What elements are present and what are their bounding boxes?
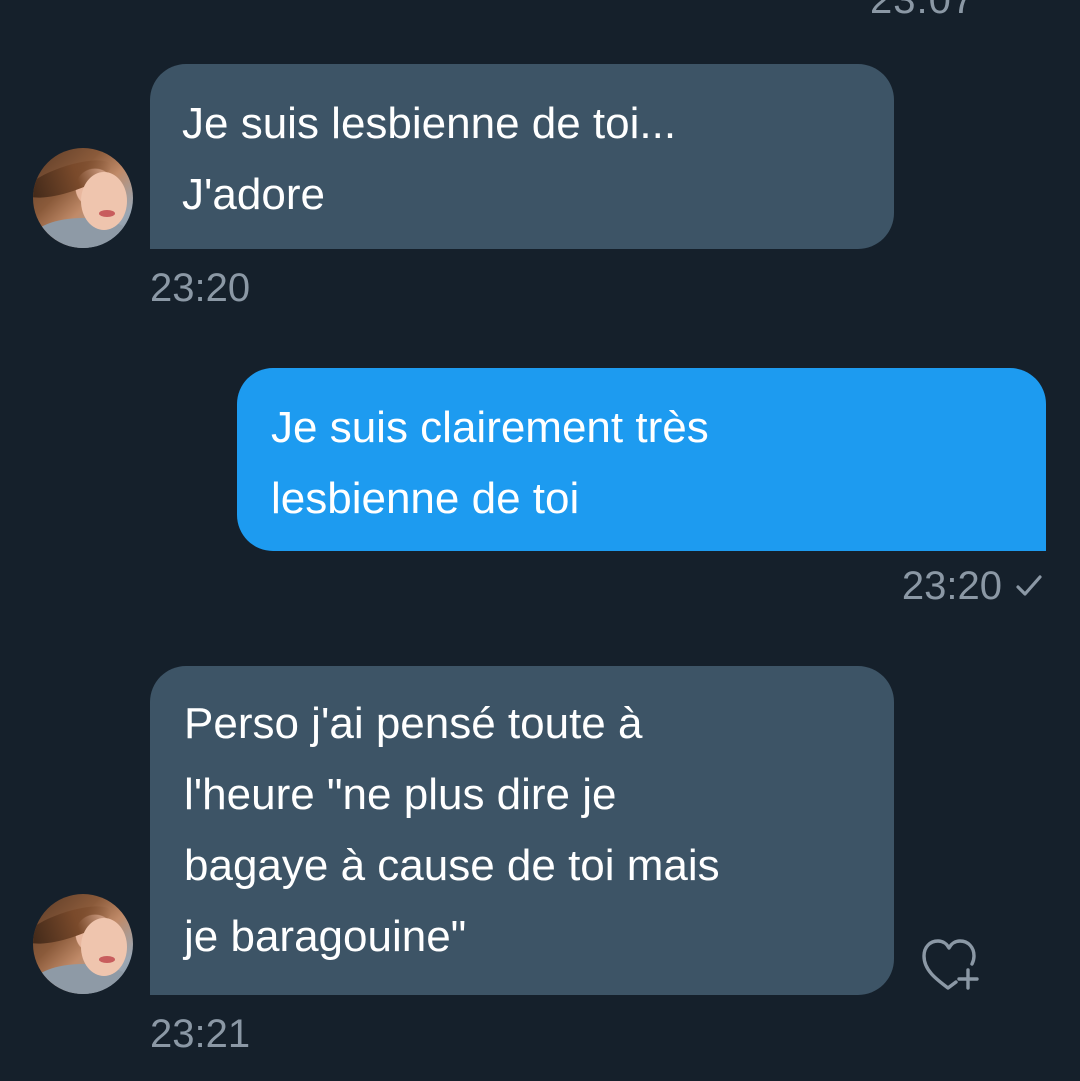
message-text-line: l'heure "ne plus dire je — [184, 770, 617, 819]
message-timestamp-row: 23:20 — [902, 564, 1044, 611]
message-text-line: bagaye à cause de toi mais — [184, 841, 720, 890]
incoming-message-bubble[interactable]: Je suis lesbienne de toi... J'adore — [150, 64, 894, 249]
dm-conversation: 23:07 Je suis lesbienne de toi... J'ador… — [0, 0, 1080, 1081]
outgoing-message-bubble[interactable]: Je suis clairement très lesbienne de toi — [237, 368, 1046, 551]
message-text-line: Je suis clairement très — [271, 403, 709, 452]
previous-message-timestamp: 23:07 — [870, 0, 976, 22]
message-text-line: Perso j'ai pensé toute à — [184, 699, 643, 748]
check-icon — [1014, 566, 1044, 611]
message-timestamp: 23:21 — [150, 1012, 251, 1056]
incoming-message-bubble[interactable]: Perso j'ai pensé toute à l'heure "ne plu… — [150, 666, 894, 995]
avatar[interactable] — [33, 894, 133, 994]
message-text-line: lesbienne de toi — [271, 474, 580, 523]
message-text-line: je baragouine" — [184, 912, 467, 961]
avatar[interactable] — [33, 148, 133, 248]
message-text-line: Je suis lesbienne de toi... — [182, 99, 677, 148]
message-text-line: J'adore — [182, 170, 325, 219]
message-timestamp: 23:20 — [150, 266, 251, 310]
message-timestamp: 23:20 — [901, 564, 1002, 608]
heart-plus-icon[interactable] — [918, 932, 982, 996]
